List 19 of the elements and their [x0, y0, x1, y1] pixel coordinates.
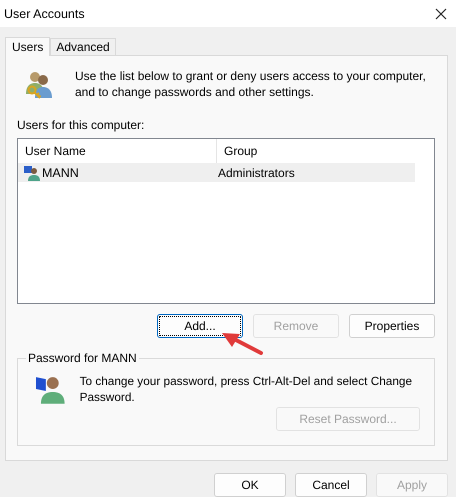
- list-button[interactable]: Add...: [157, 314, 243, 338]
- group-title: Password for MANN: [26, 351, 139, 365]
- close-icon[interactable]: [435, 8, 447, 20]
- window-title: User Accounts: [4, 6, 85, 20]
- users-list[interactable]: User Name Group MANN Administrators: [17, 138, 435, 304]
- user-icon: [24, 164, 40, 180]
- list-button[interactable]: Properties: [349, 314, 435, 338]
- intro-text: Use the list below to grant or deny users access to your computer, and to change passwords and other settings.: [75, 68, 427, 100]
- user-name-cell-text: MANN: [41, 166, 80, 180]
- password-text: To change your password, press Ctrl-Alt-Del and select Change Password.: [80, 373, 414, 405]
- list-label: Users for this computer:: [17, 118, 146, 132]
- dialog-button[interactable]: Cancel: [295, 473, 367, 497]
- group-cell: Administrators: [218, 166, 295, 180]
- tab[interactable]: Users: [5, 37, 50, 56]
- annotation-arrow: [220, 330, 264, 356]
- dialog-button[interactable]: OK: [214, 473, 286, 497]
- column-header[interactable]: Group: [217, 139, 414, 163]
- tab[interactable]: Advanced: [50, 38, 116, 55]
- user-row[interactable]: MANN Administrators: [18, 163, 415, 182]
